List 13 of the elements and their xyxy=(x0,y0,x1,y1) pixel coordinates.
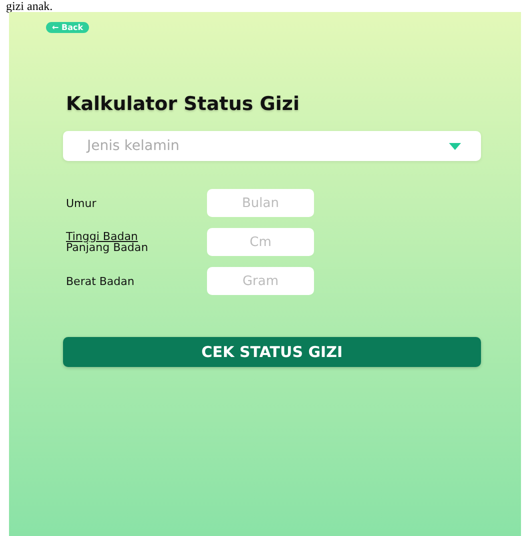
back-button[interactable]: ← Back xyxy=(46,22,90,33)
input-field[interactable]: Gram xyxy=(207,267,314,295)
gender-dropdown[interactable]: Jenis kelamin xyxy=(63,131,481,161)
input-field[interactable]: Bulan xyxy=(207,189,314,217)
caption-text: gizi anak. xyxy=(5,0,54,12)
check-status-button[interactable]: CEK STATUS GIZI xyxy=(63,337,481,367)
field-label: Panjang Badan xyxy=(66,242,150,253)
field-label: Berat Badan xyxy=(66,276,136,286)
caret-icon xyxy=(449,142,461,150)
field-label: Tinggi Badan xyxy=(66,231,138,242)
field-label: Umur xyxy=(66,198,98,208)
input-field[interactable]: Cm xyxy=(207,228,314,256)
page-title: Kalkulator Status Gizi xyxy=(66,93,300,115)
